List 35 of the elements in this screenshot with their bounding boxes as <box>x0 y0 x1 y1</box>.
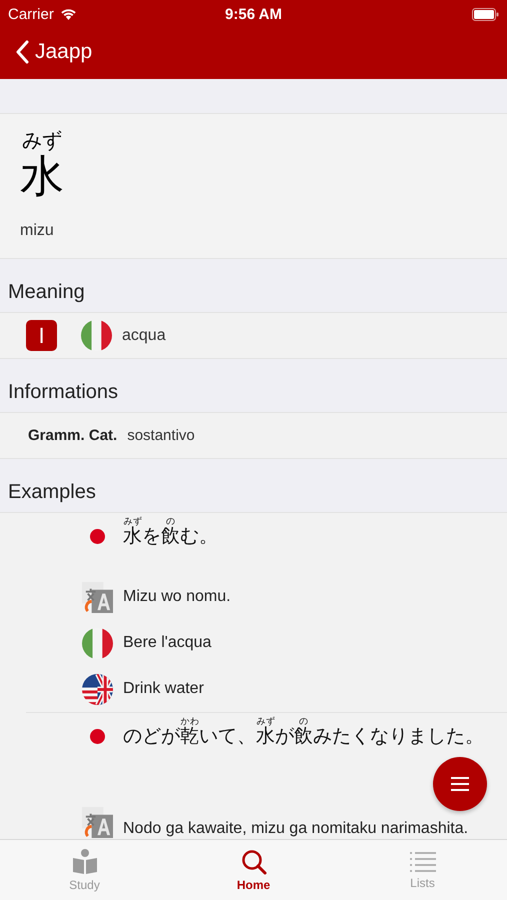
italian-flag-icon <box>81 320 112 351</box>
section-title: Meaning <box>8 281 85 304</box>
section-title: Informations <box>8 381 118 404</box>
italian-flag-icon <box>82 628 113 658</box>
battery-icon <box>472 8 499 20</box>
chevron-left-icon <box>15 40 29 64</box>
info-label: Gramm. Cat. <box>28 427 118 444</box>
word-romaji: mizu <box>20 222 55 240</box>
translate-icon <box>82 807 113 838</box>
translate-icon <box>82 582 113 612</box>
tab[interactable]: Home <box>169 840 338 900</box>
carrier-label: Carrier <box>8 6 54 22</box>
back-button[interactable]: Jaapp <box>0 28 92 76</box>
word-reading: みず <box>22 128 63 152</box>
letter-badge: I <box>26 320 57 351</box>
word-kanji: 水 <box>20 152 65 202</box>
example-translation: Nodo ga kawaite, mizu ga nomitaku narimashita. <box>123 820 468 838</box>
wifi-icon <box>60 8 77 20</box>
search-icon <box>240 848 268 876</box>
info-value: sostantivo <box>127 427 195 444</box>
meaning-text: acqua <box>122 326 166 344</box>
section-title: Examples <box>8 481 96 504</box>
japanese-sentence: のどが乾 かわ いて、水 みず が飲 の みたくなりました。 <box>123 717 484 749</box>
example-translation: Mizu wo nomu. <box>123 588 231 606</box>
reader-icon <box>70 848 98 876</box>
japanese-flag-icon <box>90 529 105 544</box>
japanese-flag-icon <box>90 729 105 744</box>
menu-icon <box>450 776 470 792</box>
example-translation: Bere l'acqua <box>123 634 212 652</box>
example-translation: Drink water <box>123 680 204 698</box>
japanese-sentence: 水 みず を飲 の む。 <box>123 517 218 549</box>
flag-icon <box>82 674 113 704</box>
list-icon <box>408 850 436 874</box>
status-time: 9:56 AM <box>225 6 282 22</box>
menu-button[interactable] <box>433 757 487 811</box>
